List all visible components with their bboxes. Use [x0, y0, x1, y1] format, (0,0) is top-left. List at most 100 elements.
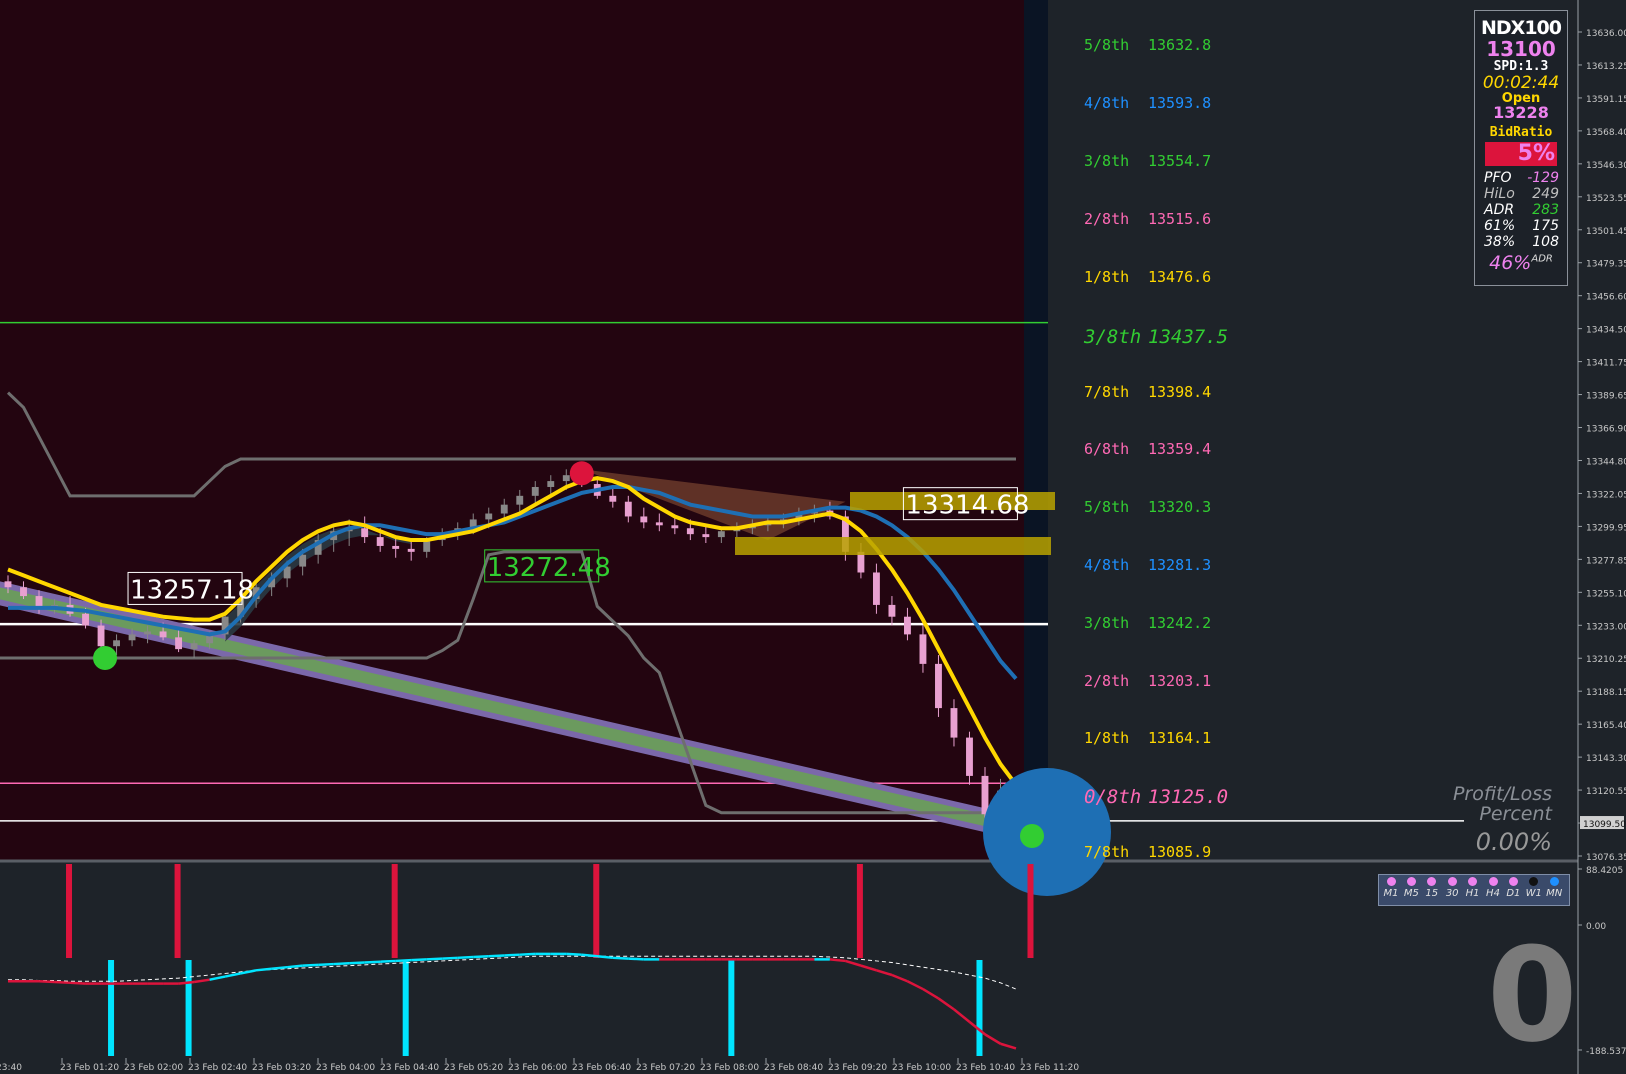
price-tick-label: 13456.60	[1586, 293, 1626, 303]
timeframe-h4[interactable]: H4	[1483, 877, 1503, 899]
oscillator-line-segment	[829, 958, 846, 963]
price-tick-label: 13479.35	[1586, 260, 1626, 270]
price-tick-label: 13591.15	[1586, 95, 1626, 105]
candle-body	[904, 616, 911, 635]
candle-body	[671, 525, 679, 529]
candle-body	[717, 531, 725, 538]
timeframe-status-dot	[1468, 877, 1478, 886]
time-tick-label: 23 Feb 01:20	[60, 1063, 119, 1073]
oscillator-line-segment	[255, 967, 272, 972]
oscillator-line-segment	[411, 958, 427, 962]
timeframe-h1[interactable]: H1	[1463, 877, 1483, 899]
timeframe-d1[interactable]: D1	[1503, 877, 1523, 899]
timeframe-w1[interactable]: W1	[1524, 877, 1544, 899]
timeframe-status-dot	[1386, 877, 1396, 886]
candle-body	[376, 537, 384, 546]
stat-value: 175	[1532, 218, 1559, 234]
murrey-level-value: 13554.7	[1148, 152, 1211, 170]
candle-body	[97, 625, 105, 647]
timeframe-status-dot	[1427, 877, 1437, 886]
price-tick-label: 13322.05	[1586, 490, 1626, 500]
oscillator-line-segment	[457, 955, 474, 960]
candle-body	[686, 528, 694, 535]
price-tick-label: 13613.25	[1586, 62, 1626, 72]
oscillator-line-segment	[519, 952, 536, 956]
timeframe-15[interactable]: 15	[1422, 877, 1442, 899]
timeframe-label: M5	[1403, 888, 1419, 899]
candle-body	[159, 631, 167, 638]
timeframe-label: 30	[1445, 888, 1459, 899]
murrey-level-label: 2/8th	[1084, 672, 1129, 690]
candle-body	[516, 495, 524, 505]
time-tick-label: 23 Feb 06:40	[572, 1063, 631, 1073]
stat-label: ADR	[1484, 202, 1515, 218]
murrey-level-label: 6/8th	[1084, 440, 1129, 458]
candle-body	[935, 663, 942, 709]
price-tick-label: 13165.40	[1586, 721, 1626, 731]
candle-body	[640, 516, 648, 523]
candle-body	[190, 643, 198, 650]
oscillator-line-segment	[426, 957, 443, 961]
bid-ratio-value: 5%	[1485, 142, 1557, 166]
price-tick-label: 13501.45	[1586, 227, 1626, 237]
murrey-level-label: 1/8th	[1084, 729, 1129, 747]
price-tick-label: 13434.50	[1586, 326, 1626, 336]
timeframe-status-dot	[1488, 877, 1498, 886]
candle-body	[919, 634, 927, 664]
candle-body	[82, 613, 89, 626]
oscillator-line-segment	[349, 961, 365, 965]
candle-body	[113, 640, 120, 647]
oscillator-line-segment	[333, 962, 350, 966]
price-tick-label: 13636.00	[1586, 29, 1626, 39]
candle-timer: 00:02:44	[1482, 73, 1560, 93]
timeframe-status-dot	[1447, 877, 1457, 886]
murrey-level-label: 7/8th	[1084, 843, 1129, 861]
time-tick-label: 23 Feb 10:40	[956, 1063, 1015, 1073]
murrey-level-value: 13359.4	[1148, 440, 1211, 458]
price-tick-label: 13076.35	[1586, 853, 1626, 863]
candle-body	[981, 775, 989, 815]
timeframe-status-dot	[1508, 877, 1518, 886]
price-tick-label: 13277.85	[1586, 556, 1626, 566]
bid-ratio-label: BidRatio	[1489, 125, 1553, 140]
price-callout: 13314.68	[902, 487, 1029, 521]
oscillator-line-segment	[597, 955, 613, 960]
candle-body	[702, 534, 710, 538]
oscillator-line-segment	[318, 962, 334, 967]
stats-list: PFO -129 HiLo 249 ADR 283 61% 175 38% 108	[1475, 170, 1567, 250]
murrey-major-level-value: 13125.0	[1148, 786, 1228, 808]
timeframe-mn[interactable]: MN	[1544, 877, 1564, 899]
spread-value: SPD:1.3	[1493, 59, 1549, 74]
open-value: 13228	[1493, 103, 1549, 122]
oscillator-line-segment	[287, 964, 303, 969]
timeframe-label: H4	[1486, 888, 1500, 899]
oscillator-line-segment	[395, 958, 412, 963]
time-tick-label: 23 Feb 06:00	[508, 1063, 567, 1073]
buy-signal-dot	[1020, 824, 1044, 848]
price-tick-label: 13546.30	[1586, 161, 1626, 171]
timeframe-m1[interactable]: M1	[1381, 877, 1401, 899]
timeframe-panel[interactable]: M1 M5 15 30 H1 H4 D1 W1 MN	[1378, 874, 1570, 906]
price-tick-label: 13233.00	[1586, 622, 1626, 632]
murrey-level-label: 4/8th	[1084, 556, 1129, 574]
trading-chart[interactable]: 13257.18 13272.48 13314.68 5/8th 13632.8 4/8…	[0, 0, 1626, 1074]
price-tick-label: 13411.75	[1586, 359, 1626, 369]
profit-loss-value: 0.00%	[1475, 828, 1552, 856]
time-tick-label: 23 Feb 03:20	[252, 1063, 311, 1073]
price-tick-label: 13120.55	[1586, 787, 1626, 797]
symbol-info-panel: NDX100 13100 SPD:1.3 00:02:44 Open 13228…	[1474, 10, 1568, 286]
timeframe-status-dot	[1529, 877, 1539, 886]
candle-body	[872, 572, 880, 605]
time-tick-label: 23 Feb 08:40	[764, 1063, 823, 1073]
timeframe-m5[interactable]: M5	[1401, 877, 1421, 899]
oscillator-line-segment	[178, 980, 195, 985]
profit-loss-label: Profit/Loss	[1452, 783, 1552, 805]
murrey-level-label: 5/8th	[1084, 36, 1129, 54]
stat-row: PFO -129	[1475, 170, 1567, 186]
oscillator-line-segment	[271, 965, 288, 970]
murrey-level-label: 7/8th	[1084, 383, 1129, 401]
murrey-level-value: 13281.3	[1148, 556, 1211, 574]
timeframe-30[interactable]: 30	[1442, 877, 1462, 899]
stat-row: HiLo 249	[1475, 186, 1567, 202]
time-tick-label: 23 Feb 04:40	[380, 1063, 439, 1073]
